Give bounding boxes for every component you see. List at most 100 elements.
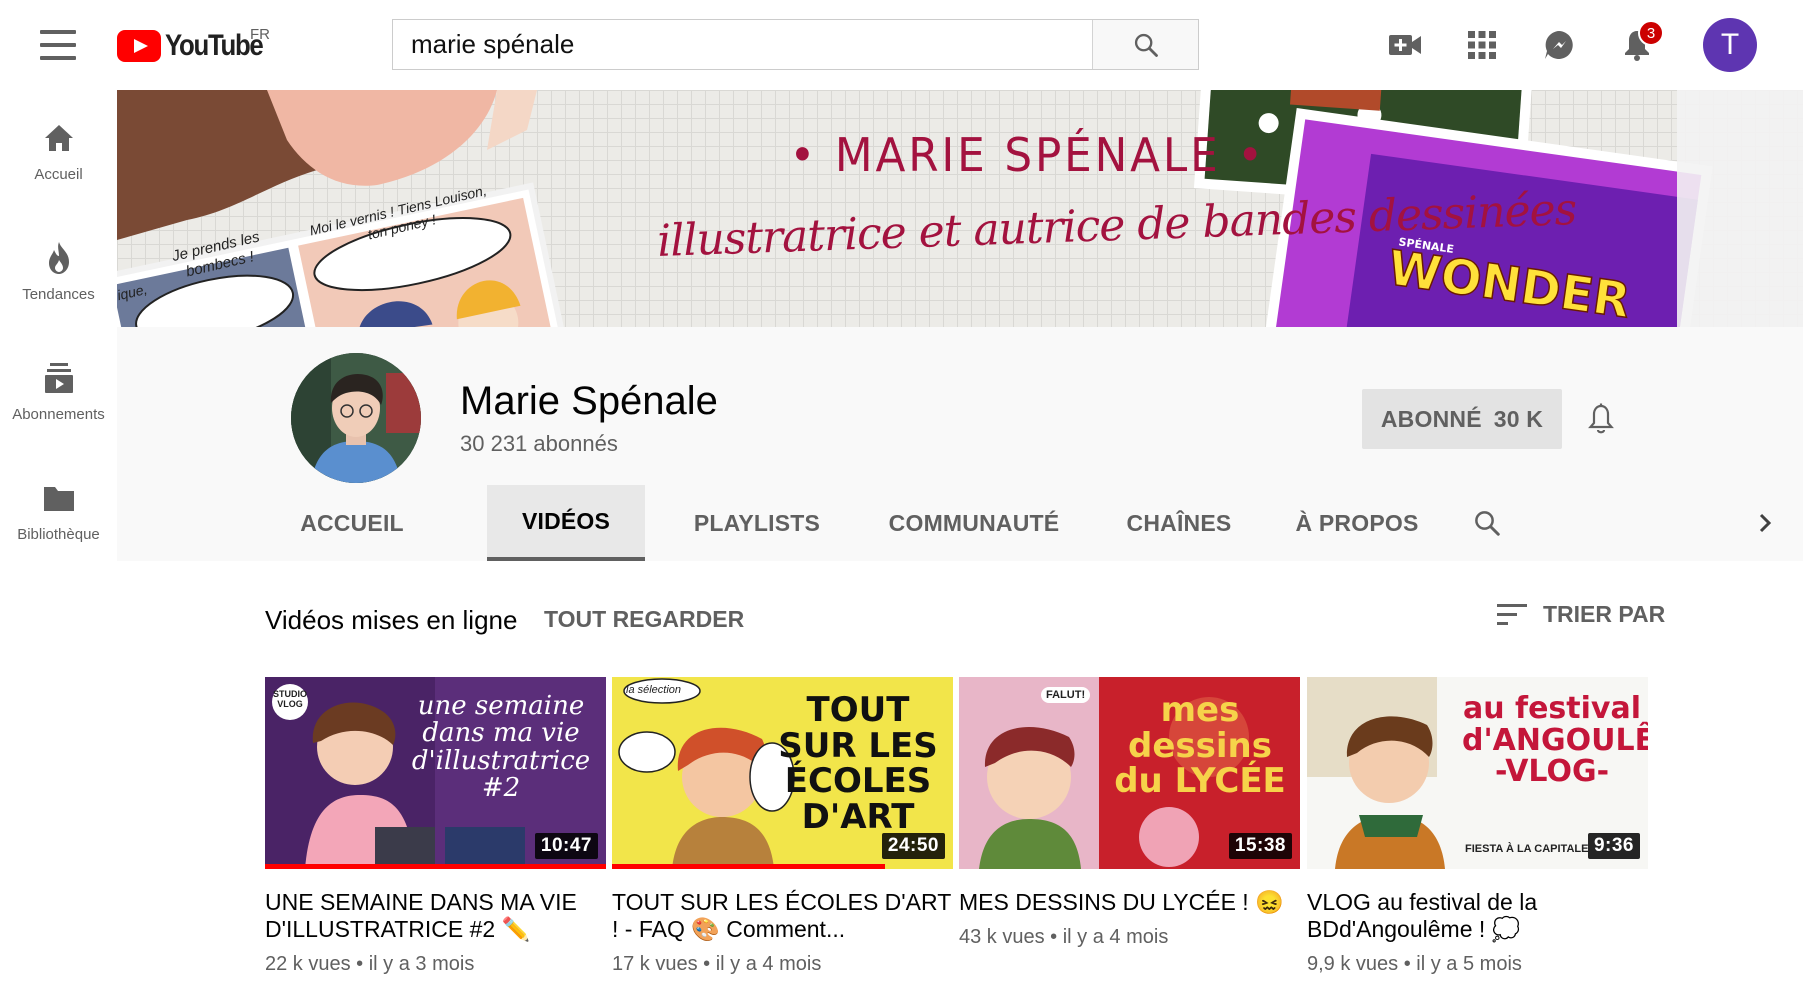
notification-bell-button[interactable]	[1579, 397, 1623, 441]
video-thumbnail[interactable]: STUDIO VLOG une semaine dans ma vie d'il…	[265, 677, 606, 869]
meta-separator: •	[1403, 953, 1417, 975]
home-icon	[44, 125, 73, 151]
sort-label: TRIER PAR	[1543, 601, 1666, 627]
thumbnail-tag: la sélection	[626, 684, 682, 696]
subscribed-button[interactable]: ABONNÉ 30 K	[1362, 389, 1562, 449]
tab-a-propos[interactable]: À PROPOS	[1277, 485, 1437, 561]
thumbnail-tag: FIESTA À LA CAPITALE	[1465, 843, 1589, 855]
meta-separator: •	[703, 953, 716, 975]
video-meta: 17 k vues • il y a 4 mois	[612, 953, 953, 976]
notification-badge: 3	[1638, 20, 1664, 46]
thumbnail-tag: FALUT!	[1041, 687, 1091, 703]
subscriber-count: 30 231 abonnés	[460, 431, 618, 456]
messages-button[interactable]	[1532, 18, 1586, 72]
tab-chaines[interactable]: CHAÎNES	[1109, 485, 1249, 561]
video-card[interactable]: la sélection TOUT SUR LES ÉCOLES D'ART 2…	[612, 677, 953, 976]
account-avatar[interactable]: T	[1703, 18, 1757, 72]
watch-progress-bar	[612, 864, 885, 869]
bell-outline-icon	[1588, 403, 1614, 434]
banner-title: • MARIE SPÉNALE •	[789, 128, 1266, 182]
thumbnail-text: au festival d'ANGOULÊME -VLOG-	[1462, 691, 1648, 789]
apps-button[interactable]	[1455, 18, 1509, 72]
sidebar-item-label: Bibliothèque	[17, 526, 100, 543]
tab-videos[interactable]: VIDÉOS	[487, 485, 645, 561]
video-thumbnail[interactable]: FALUT! mes dessins du LYCÉE 15:38	[959, 677, 1300, 869]
video-title[interactable]: VLOG au festival de la BDd'Angoulême ! 💭	[1307, 889, 1648, 943]
channel-tabs: ACCUEIL VIDÉOS PLAYLISTS COMMUNAUTÉ CHAÎ…	[117, 485, 1803, 561]
video-camera-plus-icon	[1389, 35, 1421, 55]
channel-banner: SPÉNALE WONDER • MARIE SPÉNALE • illustr…	[117, 90, 1803, 327]
video-meta: 43 k vues • il y a 4 mois	[959, 926, 1300, 949]
meta-separator: •	[1050, 926, 1063, 948]
search-button[interactable]	[1092, 20, 1198, 69]
watch-progress-bar	[265, 864, 606, 869]
folder-icon	[43, 487, 74, 511]
search-icon	[1134, 33, 1158, 57]
upload-age: il y a 5 mois	[1416, 953, 1522, 975]
tab-playlists[interactable]: PLAYLISTS	[672, 485, 842, 561]
mini-guide-sidebar: Accueil Tendances Abonnements Bibliothèq…	[0, 90, 117, 987]
video-duration: 15:38	[1228, 833, 1292, 859]
profile-photo	[291, 353, 421, 483]
sidebar-item-label: Tendances	[22, 286, 95, 303]
video-meta: 9,9 k vues • il y a 5 mois	[1307, 953, 1648, 976]
region-label: FR	[250, 26, 270, 43]
thumbnail-text: TOUT SUR LES ÉCOLES D'ART	[778, 690, 938, 838]
view-count: 17 k vues	[612, 953, 698, 975]
video-duration: 10:47	[534, 833, 598, 859]
video-card[interactable]: FALUT! mes dessins du LYCÉE 15:38 MES DE…	[959, 677, 1300, 949]
flame-icon	[48, 242, 69, 274]
videos-section: Vidéos mises en ligne TOUT REGARDER TRIE…	[117, 561, 1803, 987]
video-thumbnail[interactable]: la sélection TOUT SUR LES ÉCOLES D'ART 2…	[612, 677, 953, 869]
video-duration: 24:50	[881, 833, 945, 859]
video-card[interactable]: au festival d'ANGOULÊME -VLOG- FIESTA À …	[1307, 677, 1648, 976]
video-title[interactable]: MES DESSINS DU LYCÉE ! 😖	[959, 889, 1300, 916]
search-input[interactable]	[393, 20, 1092, 69]
subscribed-count: 30 K	[1493, 405, 1544, 432]
sort-button[interactable]: TRIER PAR	[1497, 601, 1665, 628]
channel-header: Marie Spénale 30 231 abonnés ABONNÉ 30 K…	[117, 327, 1803, 561]
sort-icon	[1497, 603, 1527, 625]
search-bar	[392, 19, 1199, 70]
create-video-button[interactable]	[1378, 18, 1432, 72]
video-card[interactable]: STUDIO VLOG une semaine dans ma vie d'il…	[265, 677, 606, 976]
section-title: Vidéos mises en ligne	[265, 605, 518, 635]
play-all-button[interactable]: TOUT REGARDER	[544, 606, 744, 633]
thumbnail-tag: STUDIO VLOG	[272, 689, 307, 709]
view-count: 22 k vues	[265, 953, 351, 975]
tab-communaute[interactable]: COMMUNAUTÉ	[869, 485, 1079, 561]
sidebar-item-trending[interactable]: Tendances	[0, 210, 117, 320]
upload-age: il y a 4 mois	[715, 953, 822, 975]
menu-icon[interactable]	[40, 30, 76, 60]
thumbnail-text: mes dessins du LYCÉE	[1114, 690, 1286, 802]
view-count: 43 k vues	[959, 926, 1045, 948]
channel-name: Marie Spénale	[460, 379, 718, 423]
tab-accueil[interactable]: ACCUEIL	[277, 485, 427, 561]
youtube-play-icon	[117, 30, 161, 62]
subscriptions-icon	[44, 363, 73, 393]
meta-separator: •	[356, 953, 369, 975]
sidebar-item-home[interactable]: Accueil	[0, 90, 117, 200]
channel-avatar[interactable]	[291, 353, 421, 483]
tabs-next-button[interactable]	[1745, 485, 1785, 561]
view-count: 9,9 k vues	[1307, 953, 1399, 975]
sidebar-item-label: Accueil	[34, 166, 83, 183]
video-meta: 22 k vues • il y a 3 mois	[265, 953, 606, 976]
channel-search-button[interactable]	[1457, 485, 1517, 561]
video-duration: 9:36	[1587, 833, 1640, 859]
thumbnail-text: une semaine dans ma vie d'illustratrice …	[411, 691, 591, 803]
video-title[interactable]: TOUT SUR LES ÉCOLES D'ART ! - FAQ 🎨 Comm…	[612, 889, 953, 943]
upload-age: il y a 4 mois	[1062, 926, 1169, 948]
notifications-button[interactable]: 3	[1610, 18, 1664, 72]
messages-icon	[1545, 31, 1573, 59]
sidebar-item-label: Abonnements	[12, 406, 105, 423]
search-icon	[1475, 511, 1500, 536]
sidebar-item-library[interactable]: Bibliothèque	[0, 450, 117, 560]
chevron-right-icon	[1759, 513, 1772, 533]
video-title[interactable]: UNE SEMAINE DANS MA VIE D'ILLUSTRATRICE …	[265, 889, 606, 943]
apps-grid-icon	[1468, 31, 1496, 59]
sidebar-item-subscriptions[interactable]: Abonnements	[0, 330, 117, 440]
subscribed-label: ABONNÉ	[1380, 405, 1482, 432]
upload-age: il y a 3 mois	[368, 953, 475, 975]
video-thumbnail[interactable]: au festival d'ANGOULÊME -VLOG- FIESTA À …	[1307, 677, 1648, 869]
